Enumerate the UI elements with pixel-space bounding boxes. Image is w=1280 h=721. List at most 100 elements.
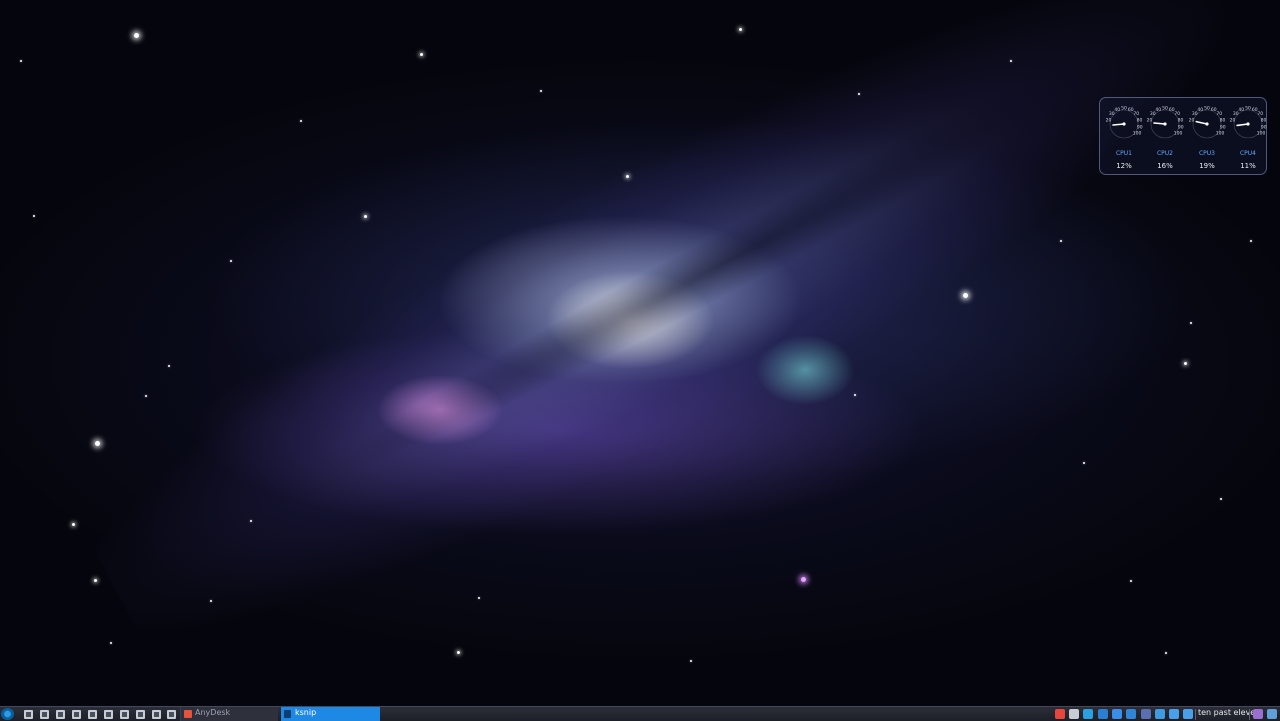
gauge-tick-label: 80 (1220, 117, 1226, 123)
gauge-label: CPU2 (1156, 150, 1174, 157)
settings-icon[interactable] (167, 710, 176, 719)
volume-icon[interactable] (1183, 709, 1193, 719)
ksnip-tray-icon[interactable] (1069, 709, 1079, 719)
editor-icon[interactable] (88, 710, 97, 719)
star (963, 293, 968, 298)
star (854, 394, 856, 396)
tray-separator (1249, 709, 1250, 720)
terminal-icon[interactable] (56, 710, 65, 719)
screenshot-icon[interactable] (152, 710, 161, 719)
star (210, 600, 212, 602)
gauge-needle (1153, 122, 1166, 125)
star (250, 520, 252, 522)
gauge-tick-label: 100 (1216, 131, 1225, 137)
star (364, 215, 367, 218)
gauge-tick-label: 20 (1147, 117, 1153, 123)
star (739, 28, 742, 31)
gauge-tick-label: 20 (1230, 117, 1236, 123)
gauge-tick-label: 70 (1216, 111, 1222, 117)
gauge-tick-label: 40 (1155, 107, 1161, 113)
star (1220, 498, 1222, 500)
gauge-tick-label: 90 (1261, 124, 1267, 130)
tray-separator (1195, 709, 1196, 720)
gauge-hub (1122, 122, 1126, 126)
shield-icon[interactable] (1126, 709, 1136, 719)
camera-icon[interactable] (120, 710, 129, 719)
gauge-tick-label: 80 (1178, 117, 1184, 123)
star (420, 53, 423, 56)
show-desktop-icon[interactable] (1267, 709, 1277, 719)
anydesk-tray-icon[interactable] (1055, 709, 1065, 719)
browser-icon[interactable] (72, 710, 81, 719)
application-menu-icon[interactable] (1, 708, 14, 720)
gauge-tick-label: 40 (1238, 107, 1244, 113)
gauge-hub (1205, 122, 1209, 126)
task-label: ksnip (295, 708, 317, 717)
cpu-monitor-widget[interactable]: 20 30 40 50 60 70 80 90 100 CPU1 12% 20 30 40 50 60 7… (1099, 97, 1267, 175)
gauge-tick-label: 50 (1204, 106, 1210, 112)
gauge-needle (1195, 120, 1208, 125)
gauge-tick-label: 70 (1257, 111, 1263, 117)
desktop-icon[interactable] (24, 710, 33, 719)
update-icon[interactable] (1155, 709, 1165, 719)
gauge-tick-label: 20 (1189, 117, 1195, 123)
gauge-tick-label: 90 (1178, 124, 1184, 130)
gauge-needle (1236, 123, 1249, 127)
star (95, 441, 100, 446)
gauge-tick-label: 50 (1121, 106, 1127, 112)
star (1190, 322, 1192, 324)
gauge-label: CPU1 (1115, 150, 1133, 157)
anydesk-icon (184, 710, 192, 718)
files-icon[interactable] (40, 710, 49, 719)
star (1250, 240, 1252, 242)
cpu-gauge: 20 30 40 50 60 70 80 90 100 CPU3 19% (1186, 100, 1228, 174)
star (801, 577, 806, 582)
gauge-tick-label: 90 (1137, 124, 1143, 130)
gauge-tick-label: 50 (1245, 106, 1251, 112)
star (1010, 60, 1012, 62)
gauge-value: 12% (1116, 162, 1132, 170)
gauge-tick-label: 100 (1174, 131, 1183, 137)
star (626, 175, 629, 178)
taskbar-task-ksnip[interactable]: ksnip (281, 707, 380, 721)
star (230, 260, 232, 262)
gauge-value: 11% (1240, 162, 1256, 170)
gauge-tick-label: 40 (1197, 107, 1203, 113)
gauge-label: CPU3 (1198, 150, 1216, 157)
clock[interactable]: ten past eleven (1198, 708, 1260, 717)
star (478, 597, 480, 599)
battery-icon[interactable] (1169, 709, 1179, 719)
network-icon[interactable] (1112, 709, 1122, 719)
gauge-label: CPU4 (1239, 150, 1257, 157)
gauge-tick-label: 80 (1137, 117, 1143, 123)
cpu-gauge: 20 30 40 50 60 70 80 90 100 CPU1 12% (1103, 100, 1145, 174)
taskbar: AnyDesk ksnip ten past eleven (0, 706, 1280, 721)
star (858, 93, 860, 95)
desktop-wallpaper[interactable]: 20 30 40 50 60 70 80 90 100 CPU1 12% 20 30 40 50 60 7… (0, 0, 1280, 706)
gauge-tick-label: 20 (1106, 117, 1112, 123)
media-icon[interactable] (104, 710, 113, 719)
star (690, 660, 692, 662)
bluetooth-icon[interactable] (1098, 709, 1108, 719)
galaxy-band (52, 0, 1280, 701)
taskbar-task-anydesk[interactable]: AnyDesk (180, 707, 278, 721)
star (145, 395, 147, 397)
star (540, 90, 542, 92)
clipboard-icon[interactable] (1141, 709, 1151, 719)
workspace-icon[interactable] (1253, 709, 1263, 719)
ksnip-icon (284, 710, 291, 718)
galaxy-dust-lane (318, 22, 1142, 498)
screen-icon[interactable] (1083, 709, 1093, 719)
gauge-dial-icon: 203040 50 60708090100 (1189, 106, 1226, 139)
gauge-value: 16% (1157, 162, 1173, 170)
cpu-gauge: 20 30 40 50 60 70 80 90 100 CPU2 16% (1144, 100, 1186, 174)
task-label: AnyDesk (195, 708, 231, 717)
image-viewer-icon[interactable] (136, 710, 145, 719)
star (33, 215, 35, 217)
gauge-tick-label: 80 (1261, 117, 1267, 123)
gauge-dial-icon: 203040 50 60708090100 (1106, 106, 1143, 139)
star (300, 120, 302, 122)
star (20, 60, 22, 62)
star (457, 651, 460, 654)
star (72, 523, 75, 526)
